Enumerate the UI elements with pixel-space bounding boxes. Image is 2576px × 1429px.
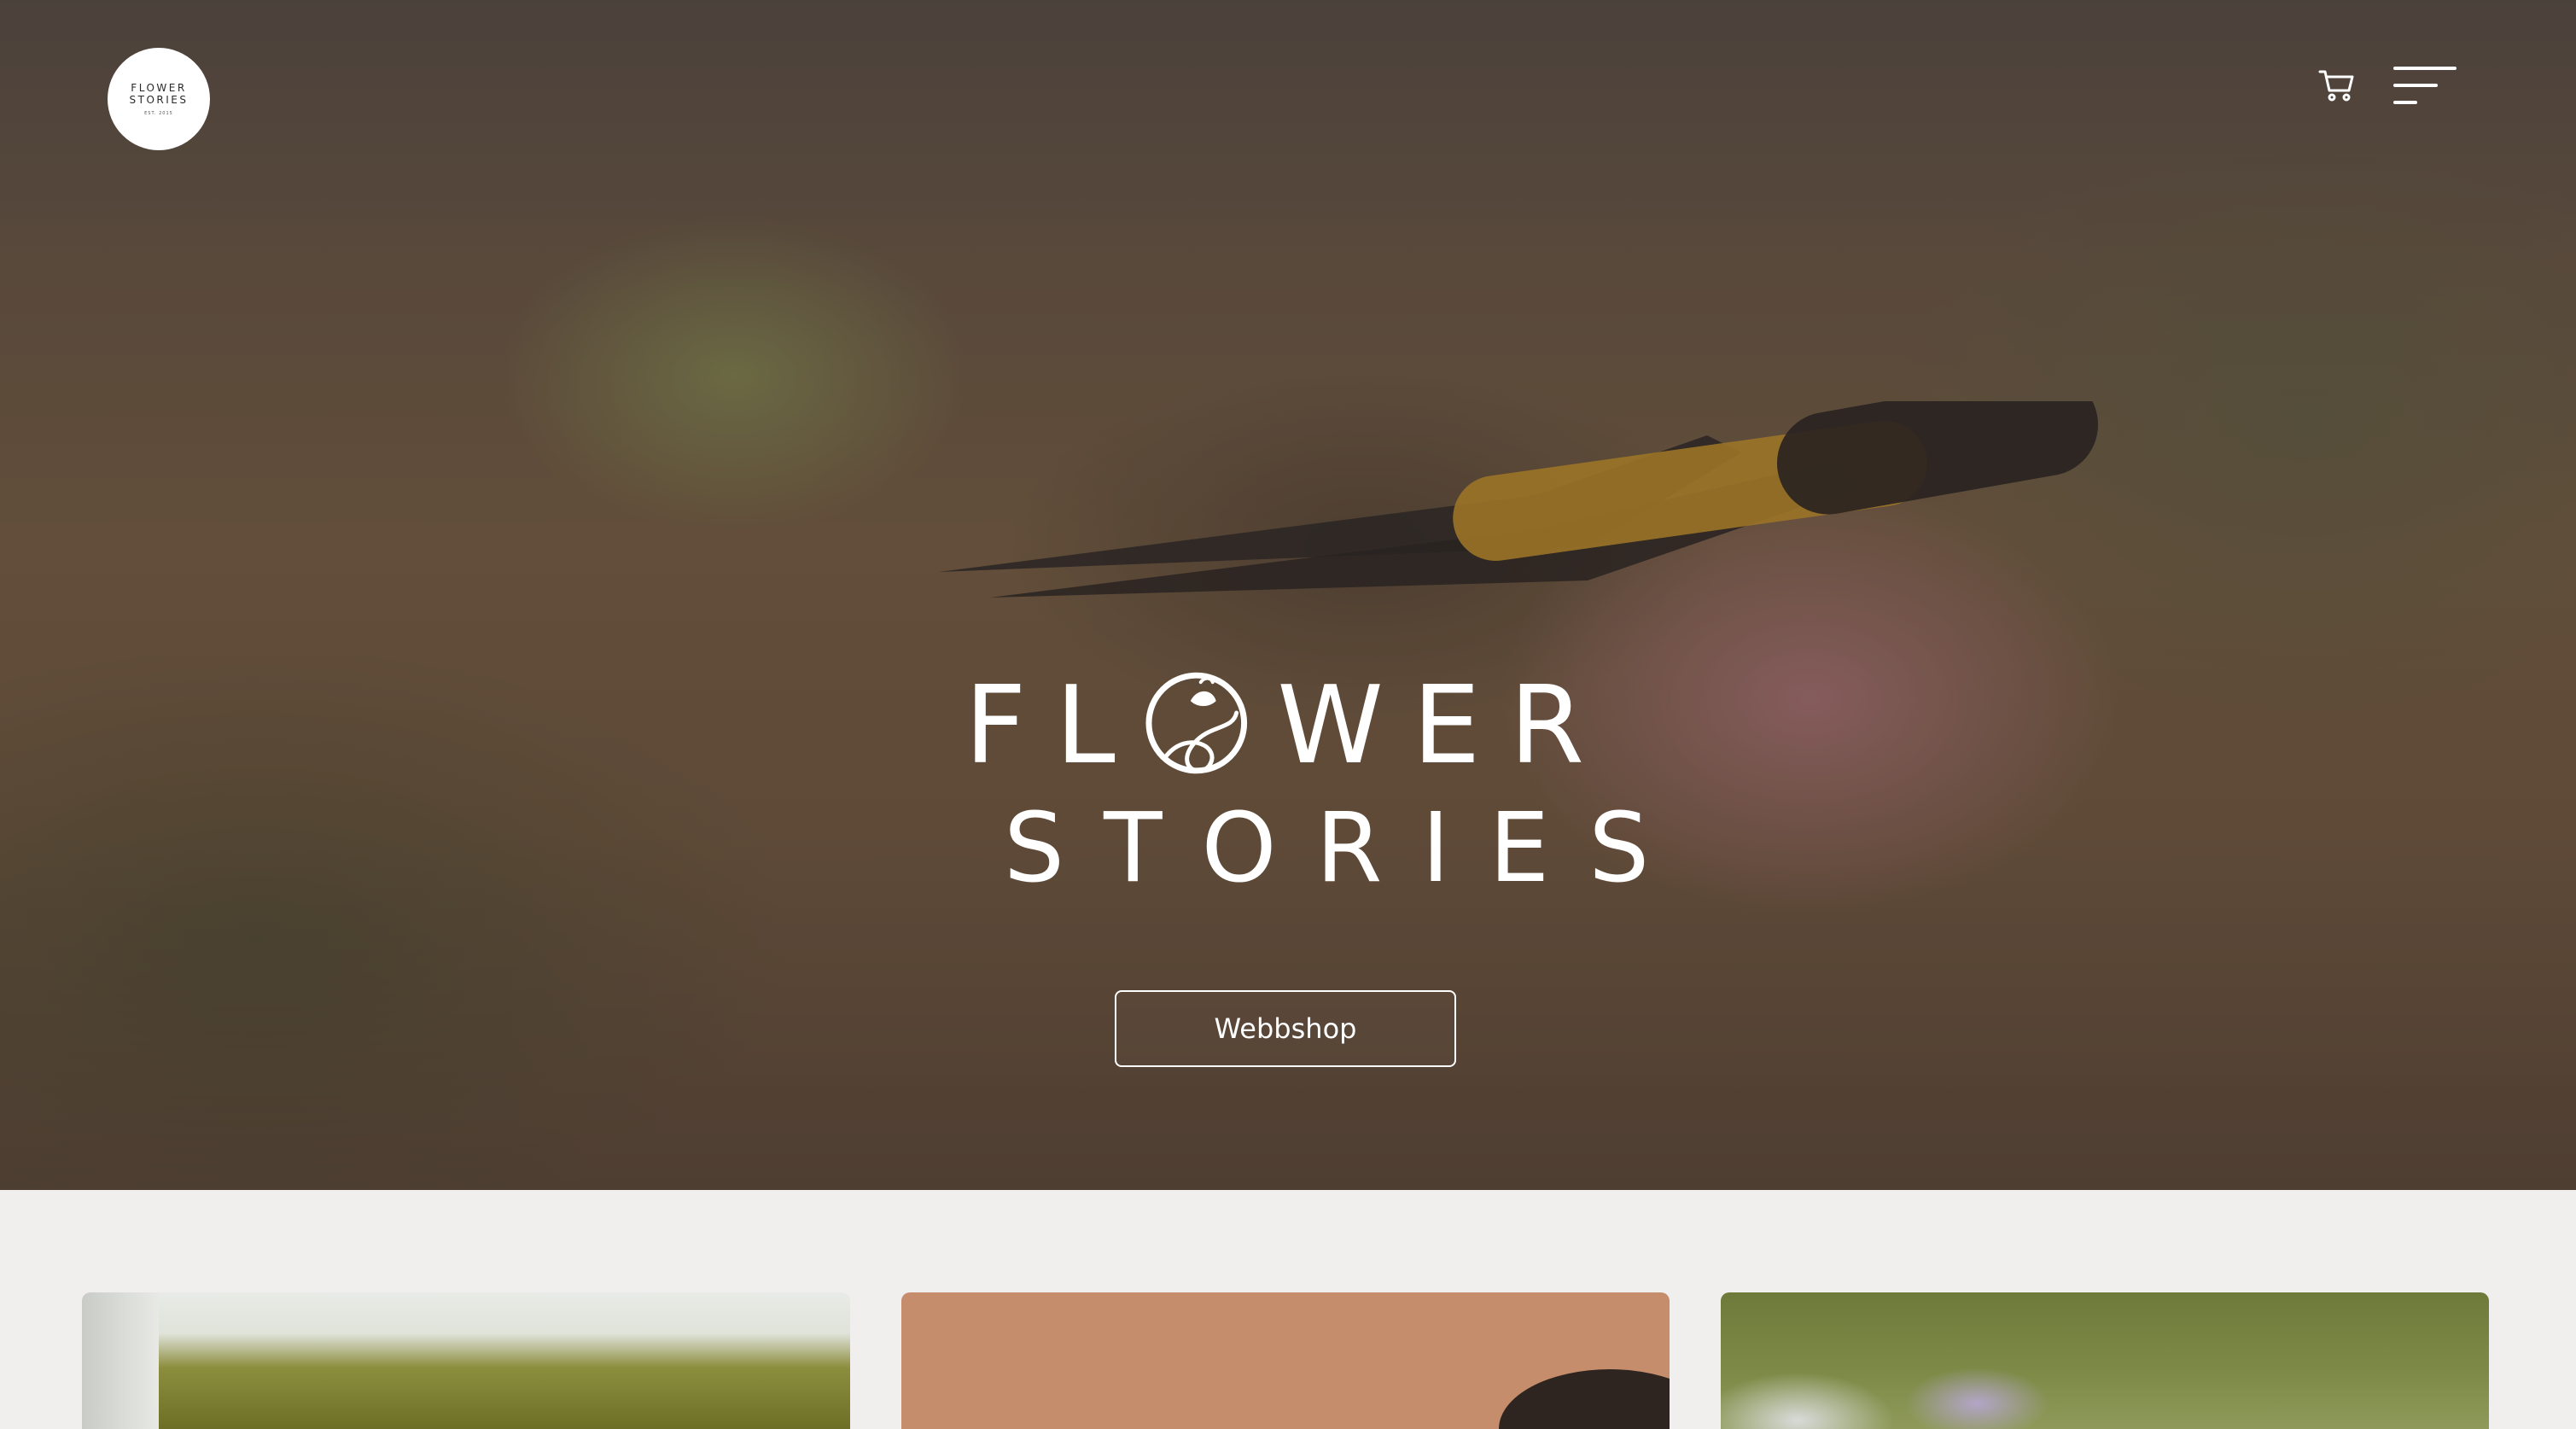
cart-icon[interactable] (2318, 68, 2356, 102)
hero-title: FL WER STORIES (965, 662, 1689, 904)
category-card-1[interactable] (82, 1292, 850, 1429)
hero-title-part2: WER (1277, 662, 1613, 788)
site-logo[interactable]: FLOWER STORIES EST. 2015 (108, 48, 210, 150)
webbshop-button[interactable]: Webbshop (1115, 990, 1456, 1067)
hero-title-part1: FL (965, 662, 1145, 788)
hamburger-menu-icon[interactable] (2393, 65, 2457, 106)
logo-text-line3: EST. 2015 (144, 111, 173, 116)
hero-title-line1: FL WER (965, 662, 1613, 790)
hero-title-line2: STORIES (1004, 793, 1689, 904)
category-card-2[interactable] (901, 1292, 1670, 1429)
category-card-3[interactable] (1721, 1292, 2489, 1429)
hero-section: FLOWER STORIES EST. 2015 FL WER STORIES … (0, 0, 2576, 1190)
flower-o-icon (1145, 672, 1247, 774)
logo-text-line1: FLOWER (131, 82, 187, 94)
logo-text-line2: STORIES (129, 94, 189, 106)
